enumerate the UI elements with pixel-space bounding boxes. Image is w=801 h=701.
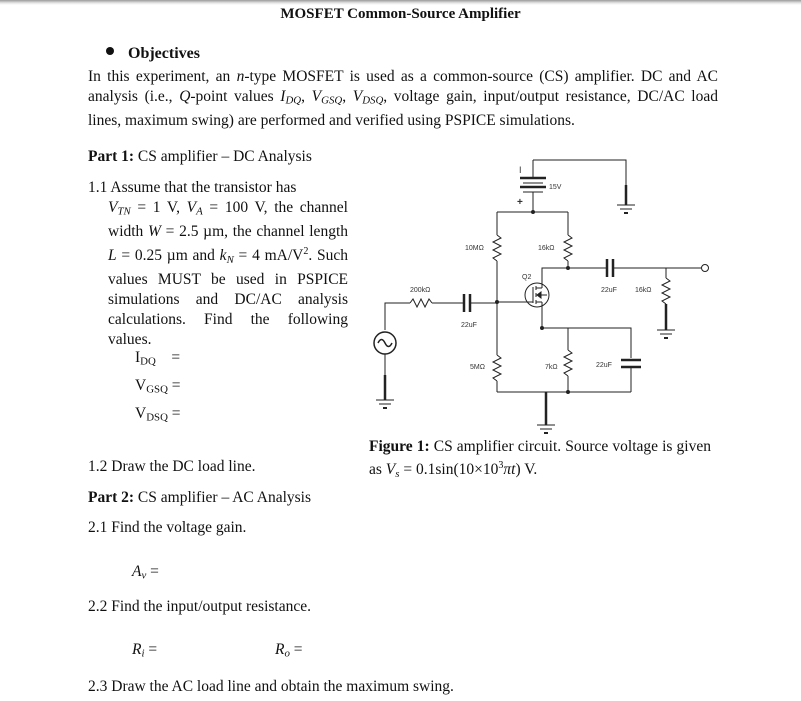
capacitor-input: [462, 294, 472, 312]
capacitor-bypass: [621, 358, 641, 392]
label-battery-minus: I: [519, 165, 522, 175]
label-r-7k: 7kΩ: [545, 364, 558, 371]
resistor-200k: [409, 297, 433, 309]
capacitor-output: [605, 259, 615, 277]
label-r-16k-drain: 16kΩ: [538, 245, 555, 252]
resistor-16k-load: [660, 277, 672, 305]
circuit-diagram: 15V I + 10MΩ 16kΩ Q2 200kΩ 22uF 5MΩ 7kΩ …: [373, 159, 709, 434]
ground-icon: [537, 424, 555, 434]
resistor-5M: [491, 354, 503, 382]
battery-symbol: [520, 160, 546, 212]
resistor-16k-drain: [562, 234, 574, 262]
output-terminal: [701, 264, 709, 272]
label-battery-plus: +: [517, 197, 523, 208]
label-r-16k-load: 16kΩ: [635, 287, 652, 294]
resistor-10M: [491, 234, 503, 262]
label-c-in: 22uF: [461, 322, 477, 329]
label-r-10M: 10MΩ: [465, 245, 484, 252]
label-c-bypass: 22uF: [596, 362, 612, 369]
resistor-7k: [562, 349, 574, 377]
ground-icon: [657, 329, 675, 339]
label-q2: Q2: [522, 274, 531, 281]
label-c-out: 22uF: [601, 287, 617, 294]
supply-ground-wire: [533, 159, 627, 205]
ground-icon: [617, 204, 635, 214]
ground-icon: [376, 399, 394, 409]
label-r-200k: 200kΩ: [410, 287, 430, 294]
label-supply: 15V: [549, 184, 562, 191]
label-r-5M: 5MΩ: [470, 364, 485, 371]
ac-source-icon: [373, 331, 397, 355]
mosfet-symbol: [524, 282, 550, 328]
